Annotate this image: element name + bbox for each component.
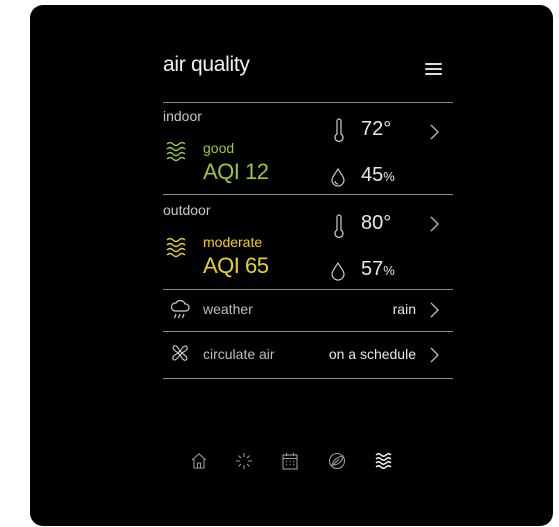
- fan-icon: [170, 343, 190, 363]
- outdoor-card[interactable]: outdoor moderate AQI 65 80° 57%: [30, 194, 553, 289]
- leaf-icon[interactable]: [327, 451, 347, 471]
- indoor-humidity: 45%: [361, 164, 395, 187]
- outdoor-status: moderate: [203, 234, 263, 250]
- calendar-icon[interactable]: [280, 451, 300, 471]
- air-waves-icon: [166, 140, 190, 164]
- circulate-air-row[interactable]: circulate air on a schedule: [30, 332, 553, 378]
- humidity-drop-icon: [330, 167, 346, 187]
- circulate-air-label: circulate air: [203, 346, 275, 362]
- air-waves-icon[interactable]: [374, 451, 394, 471]
- weather-value: rain: [392, 301, 416, 317]
- page-title: air quality: [163, 53, 250, 76]
- indoor-label: indoor: [163, 108, 202, 124]
- humidity-drop-icon: [330, 261, 346, 281]
- rain-cloud-icon: [170, 298, 192, 320]
- indoor-status: good: [203, 140, 235, 156]
- thermostat-screen: air quality indoor good AQI 12 72° 45% o…: [30, 5, 553, 526]
- indoor-temperature: 72°: [361, 118, 392, 140]
- thermometer-icon: [334, 118, 344, 143]
- air-waves-icon: [166, 236, 190, 260]
- indoor-card[interactable]: indoor good AQI 12 72° 45%: [30, 102, 553, 194]
- chevron-right-icon[interactable]: [428, 215, 440, 233]
- sparkle-icon[interactable]: [234, 451, 254, 471]
- chevron-right-icon[interactable]: [428, 123, 440, 141]
- indoor-humidity-unit: %: [383, 169, 395, 184]
- indoor-humidity-value: 45: [361, 164, 384, 186]
- bottom-nav: [30, 451, 553, 475]
- weather-row[interactable]: weather rain: [30, 290, 553, 330]
- chevron-right-icon[interactable]: [428, 301, 440, 319]
- circulate-air-value: on a schedule: [328, 346, 416, 362]
- outdoor-label: outdoor: [163, 202, 211, 218]
- divider: [163, 378, 453, 379]
- weather-label: weather: [203, 301, 253, 317]
- outdoor-humidity: 57%: [361, 258, 395, 281]
- home-icon[interactable]: [189, 451, 209, 471]
- chevron-right-icon[interactable]: [428, 346, 440, 364]
- thermometer-icon: [334, 214, 344, 239]
- outdoor-temperature: 80°: [361, 212, 392, 234]
- hamburger-menu-icon[interactable]: [423, 62, 445, 76]
- outdoor-humidity-unit: %: [383, 263, 395, 278]
- indoor-aqi: AQI 12: [203, 159, 269, 184]
- outdoor-aqi: AQI 65: [203, 253, 269, 278]
- outdoor-humidity-value: 57: [361, 258, 384, 280]
